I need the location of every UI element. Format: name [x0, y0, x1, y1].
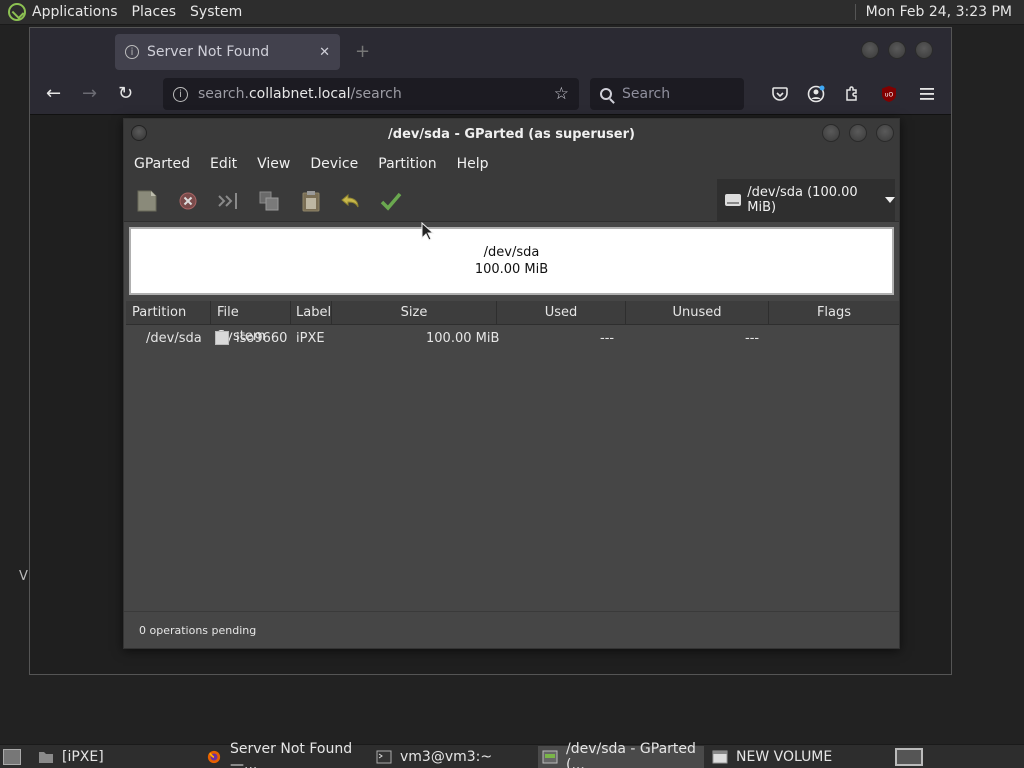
menu-edit[interactable]: Edit: [210, 156, 237, 172]
taskbar-item-ipxe[interactable]: [iPXE]: [34, 746, 194, 768]
cell-size: 100.00 MiB: [426, 331, 500, 346]
cell-used: ---: [600, 331, 615, 346]
filesystem-color-swatch: [215, 331, 229, 345]
cell-filesystem: iso9660: [236, 331, 288, 346]
browser-window-controls: [861, 41, 933, 59]
column-partition[interactable]: Partition: [126, 301, 211, 325]
tab-close-icon[interactable]: ✕: [319, 45, 330, 60]
column-unused[interactable]: Unused: [626, 301, 769, 325]
gparted-window-controls: [822, 124, 894, 142]
gparted-window: /dev/sda - GParted (as superuser) GParte…: [123, 118, 900, 649]
gparted-menubar: GParted Edit View Device Partition Help: [124, 149, 899, 179]
browser-tab[interactable]: i Server Not Found ✕: [115, 34, 340, 70]
maximize-button[interactable]: [849, 124, 867, 142]
taskbar-item-gparted[interactable]: /dev/sda - GParted (...: [538, 741, 704, 768]
menu-view[interactable]: View: [257, 156, 290, 172]
url-text[interactable]: search.collabnet.local/search: [198, 86, 554, 102]
delete-partition-icon[interactable]: [176, 189, 200, 213]
firefox-icon: [207, 750, 221, 764]
copy-icon[interactable]: [257, 189, 281, 213]
gparted-titlebar[interactable]: /dev/sda - GParted (as superuser): [124, 119, 899, 149]
gparted-icon: [542, 750, 558, 764]
browser-tab-bar: i Server Not Found ✕ +: [30, 28, 951, 75]
maximize-button[interactable]: [888, 41, 906, 59]
back-arrow-icon[interactable]: ←: [46, 83, 61, 104]
cell-partition: /dev/sda: [146, 331, 202, 346]
status-bar: 0 operations pending: [124, 611, 899, 648]
info-icon: i: [125, 45, 139, 59]
close-button[interactable]: [876, 124, 894, 142]
disk-graphic-map[interactable]: /dev/sda 100.00 MiB: [129, 227, 894, 295]
search-bar[interactable]: [590, 78, 744, 110]
workspace-switcher[interactable]: [895, 748, 923, 766]
disk-drive-icon: [725, 194, 742, 206]
window-menu-button[interactable]: [131, 125, 147, 141]
operations-pending-status: 0 operations pending: [139, 623, 257, 637]
partition-table-header: Partition File System Label Size Used Un…: [126, 301, 899, 344]
resize-move-icon[interactable]: [216, 189, 240, 213]
taskbar-item-new-volume[interactable]: NEW VOLUME: [708, 746, 878, 768]
applications-menu[interactable]: Applications: [32, 4, 118, 20]
cell-label: iPXE: [296, 331, 325, 346]
terminal-icon: [376, 750, 392, 764]
undo-icon[interactable]: [339, 189, 363, 213]
panel-clock[interactable]: Mon Feb 24, 3:23 PM: [854, 4, 1012, 20]
window-icon: [712, 750, 728, 764]
new-partition-icon[interactable]: [135, 189, 159, 213]
device-selector-label: /dev/sda (100.00 MiB): [747, 185, 858, 215]
hamburger-menu-icon[interactable]: [917, 84, 937, 104]
paste-icon[interactable]: [299, 189, 323, 213]
browser-nav-bar: ← → ↻ i search.collabnet.local/search ☆ …: [30, 75, 951, 115]
disk-map-size: 100.00 MiB: [474, 262, 549, 277]
background-text: V: [19, 569, 28, 584]
menu-gparted[interactable]: GParted: [134, 156, 190, 172]
extensions-puzzle-icon[interactable]: [842, 84, 862, 104]
places-menu[interactable]: Places: [132, 4, 177, 20]
svg-text:uO: uO: [885, 92, 894, 99]
folder-icon: [39, 752, 53, 763]
mouse-pointer-icon: [421, 222, 435, 241]
url-bar[interactable]: i search.collabnet.local/search ☆: [163, 78, 579, 110]
ublock-origin-icon[interactable]: uO: [879, 84, 899, 104]
bookmark-star-icon[interactable]: ☆: [554, 84, 569, 104]
taskbar-item-firefox[interactable]: Server Not Found —...: [202, 741, 368, 768]
site-info-icon[interactable]: i: [173, 86, 188, 102]
column-label[interactable]: Label: [291, 301, 332, 325]
menu-device[interactable]: Device: [310, 156, 358, 172]
gparted-toolbar: /dev/sda (100.00 MiB): [124, 179, 899, 222]
top-panel: Applications Places System Mon Feb 24, 3…: [0, 0, 1024, 25]
minimize-button[interactable]: [861, 41, 879, 59]
partition-table: Partition File System Label Size Used Un…: [126, 301, 899, 611]
reload-icon[interactable]: ↻: [118, 83, 133, 104]
dropdown-arrow-icon: [885, 197, 895, 203]
pocket-icon[interactable]: [770, 84, 790, 104]
disk-map-name: /dev/sda: [483, 245, 540, 260]
column-flags[interactable]: Flags: [769, 301, 899, 325]
column-size[interactable]: Size: [332, 301, 497, 325]
distro-logo-icon[interactable]: [8, 3, 26, 21]
forward-arrow-icon[interactable]: →: [82, 83, 97, 104]
search-input[interactable]: [622, 86, 732, 102]
column-file-system[interactable]: File System: [211, 301, 291, 344]
bottom-taskbar: [iPXE] Server Not Found —... vm3@vm3:~ /…: [0, 741, 1024, 768]
window-title: /dev/sda - GParted (as superuser): [388, 126, 635, 142]
close-button[interactable]: [915, 41, 933, 59]
minimize-button[interactable]: [822, 124, 840, 142]
menu-help[interactable]: Help: [457, 156, 489, 172]
device-selector[interactable]: /dev/sda (100.00 MiB): [717, 179, 895, 221]
cell-unused: ---: [745, 331, 760, 346]
column-used[interactable]: Used: [497, 301, 626, 325]
system-menu[interactable]: System: [190, 4, 242, 20]
new-tab-icon[interactable]: +: [355, 41, 370, 62]
search-icon: [600, 88, 612, 100]
apply-checkmark-icon[interactable]: [379, 189, 403, 213]
menu-partition[interactable]: Partition: [378, 156, 436, 172]
taskbar-item-terminal[interactable]: vm3@vm3:~: [372, 746, 532, 768]
show-desktop-icon[interactable]: [3, 749, 21, 765]
account-icon[interactable]: [806, 84, 826, 104]
tab-title: Server Not Found: [147, 44, 270, 60]
table-row[interactable]: /dev/sda iso9660 iPXE 100.00 MiB --- ---: [126, 325, 899, 353]
